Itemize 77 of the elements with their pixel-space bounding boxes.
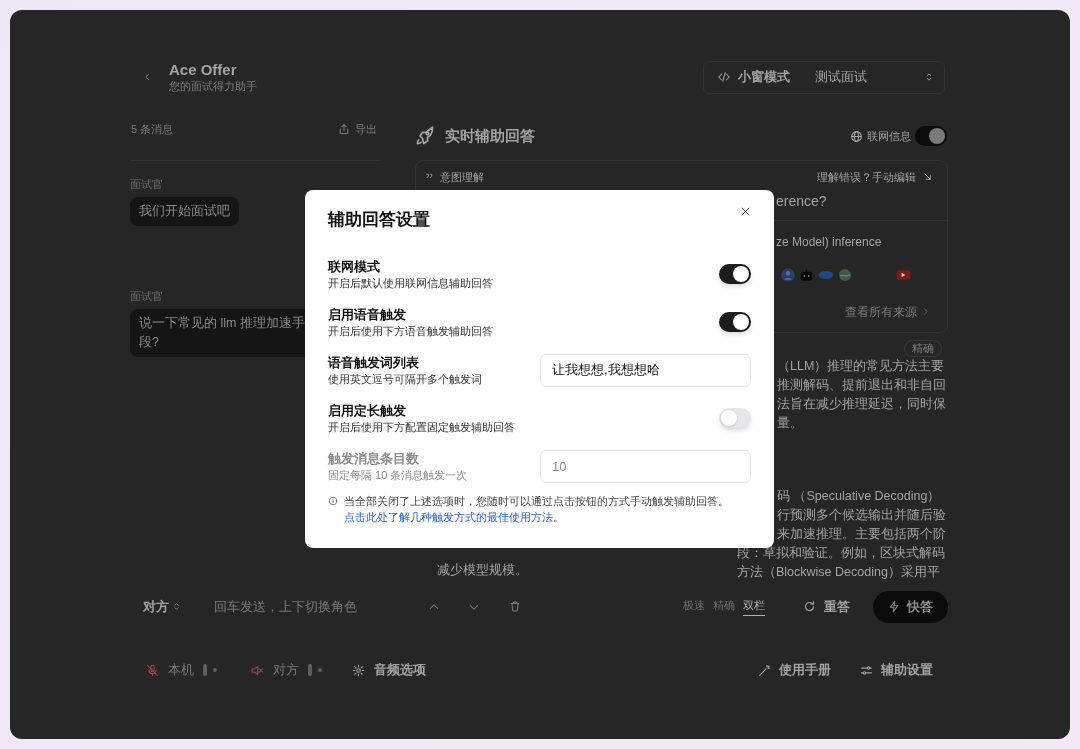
close-icon[interactable] — [740, 205, 751, 217]
message-bubble: 我们开始面试吧 — [130, 197, 239, 226]
avatar-icon[interactable] — [781, 267, 795, 282]
regenerate-button[interactable]: 重答 — [803, 596, 850, 617]
role-select[interactable]: 对方 — [143, 596, 181, 617]
trash-icon[interactable] — [509, 600, 521, 613]
message-count: 5 条消息 — [131, 121, 174, 137]
intent-question: erence? — [776, 191, 827, 210]
back-icon[interactable] — [143, 71, 152, 83]
help-link[interactable]: 点击此处了解几种触发方式的最佳使用方法。 — [344, 511, 564, 523]
refresh-icon — [803, 600, 816, 613]
answer-text: 推测解码、提前退出和非自回 — [776, 377, 947, 394]
assist-settings-button[interactable]: 辅助设置 — [860, 660, 933, 680]
toggle-switch[interactable] — [915, 126, 947, 147]
quick-answer-button[interactable]: 快答 — [873, 590, 948, 623]
info-note: 当全部关闭了上述选项时，您随时可以通过点击按钮的方式手动触发辅助回答。 点击此处了解几种触发方式的最佳使用方法。 — [344, 494, 730, 525]
setting-label: 启用语音触发 — [328, 305, 406, 324]
mic-off-icon[interactable] — [146, 663, 159, 677]
panel-title: 实时辅助回答 — [445, 126, 535, 147]
app-title: Ace Offer — [169, 60, 238, 79]
interview-select[interactable]: 测试面试 — [809, 67, 934, 87]
updown-icon — [924, 71, 934, 83]
toggle-switch[interactable] — [719, 312, 751, 332]
manual-button[interactable]: 使用手册 — [758, 660, 831, 680]
mini-window-button[interactable]: 小窗模式 — [718, 67, 790, 87]
answer-text: 来加速推理。主要包括两个阶 — [776, 526, 947, 543]
toggle-switch[interactable] — [719, 408, 751, 428]
answer-text: 行预测多个候选输出并随后验 — [776, 507, 947, 524]
setting-label: 语音触发词列表 — [328, 353, 419, 372]
code-icon — [718, 71, 730, 83]
audio-label: 本机 — [168, 661, 194, 680]
lightning-icon — [888, 600, 900, 613]
answer-text: 减少模型规模。 — [437, 562, 528, 579]
logo-icon[interactable] — [818, 269, 834, 280]
answer-text: 法旨在减少推理延迟，同时保 — [776, 396, 947, 413]
all-sources-link[interactable]: 查看所有来源 — [845, 302, 930, 321]
setting-description: 开启后默认使用联网信息辅助回答 — [328, 275, 493, 291]
chevron-right-icon — [921, 307, 930, 317]
setting-description: 开启后使用下方语音触发辅助回答 — [328, 323, 493, 339]
sliders-icon — [860, 663, 873, 677]
mode-tab[interactable]: 极速 — [683, 597, 705, 616]
export-button[interactable]: 导出 — [338, 120, 377, 138]
mode-tab[interactable]: 双栏 — [743, 597, 765, 616]
dialog-title: 辅助回答设置 — [328, 209, 430, 232]
meter-icon — [203, 664, 217, 676]
setting-description: 开启后使用下方配置固定触发辅助回答 — [328, 419, 515, 435]
answer-text: 方法（Blockwise Decoding）采用平 — [737, 564, 941, 581]
message-input[interactable]: 回车发送，上下切换角色 — [201, 591, 411, 622]
sender-label: 面试官 — [130, 289, 163, 303]
arrow-icon — [922, 171, 933, 183]
setting-description: 使用英文逗号可隔开多个触发词 — [328, 371, 482, 387]
toggle-switch[interactable] — [719, 264, 751, 284]
answer-text: 量。 — [776, 415, 804, 432]
rocket-icon — [415, 126, 435, 147]
audio-label: 对方 — [273, 661, 299, 680]
setting-label: 触发消息条目数 — [328, 449, 419, 468]
updown-icon — [172, 601, 181, 612]
play-icon[interactable] — [896, 268, 911, 281]
share-icon — [338, 123, 350, 135]
answer-text: （LLM）推理的常见方法主要 — [776, 358, 946, 375]
setting-description: 固定每隔 10 条消息触发一次 — [328, 467, 468, 483]
app-subtitle: 您的面试得力助手 — [169, 78, 257, 94]
web-info-label: 联网信息 — [867, 129, 911, 145]
sender-label: 面试官 — [130, 177, 163, 191]
answer-text: 码 （Speculative Decoding） — [776, 488, 942, 505]
setting-label: 联网模式 — [328, 257, 380, 276]
speaker-off-icon[interactable] — [250, 663, 264, 677]
mode-tab[interactable]: 精确 — [713, 597, 735, 616]
audio-options-button[interactable]: 音频选项 — [352, 660, 426, 680]
text-field[interactable]: 让我想想,我想想哈 — [540, 353, 751, 387]
intent-label: 意图理解 — [440, 169, 484, 185]
search-query: ze Model) inference — [776, 233, 882, 251]
wand-icon — [758, 663, 771, 677]
info-icon — [328, 496, 338, 506]
meter-icon — [308, 664, 322, 676]
edit-link[interactable]: 理解错误？手动编辑 — [817, 168, 933, 185]
setting-label: 启用定长触发 — [328, 401, 406, 420]
